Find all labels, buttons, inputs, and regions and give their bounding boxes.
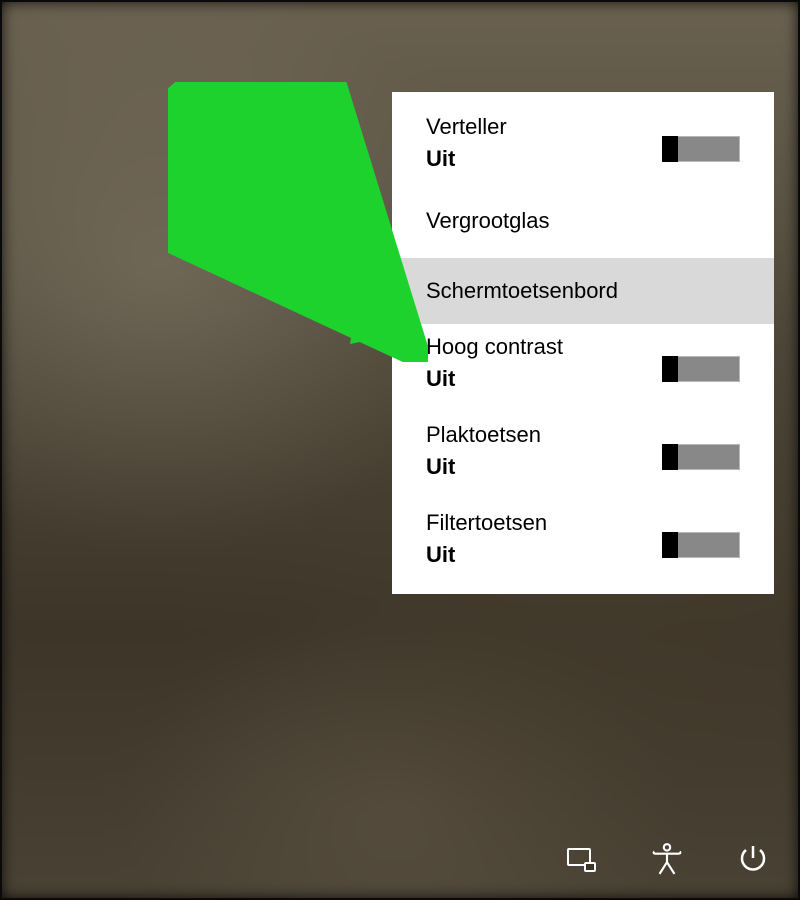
sticky-keys-toggle[interactable] bbox=[662, 444, 740, 470]
ease-of-access-flyout: Verteller Uit Vergrootglas Schermtoetsen… bbox=[392, 92, 774, 594]
network-icon[interactable] bbox=[564, 842, 598, 876]
narrator-toggle[interactable] bbox=[662, 136, 740, 162]
filter-keys-status: Uit bbox=[426, 542, 547, 568]
narrator-status: Uit bbox=[426, 146, 507, 172]
sticky-keys-row[interactable]: Plaktoetsen Uit bbox=[392, 412, 774, 500]
high-contrast-row[interactable]: Hoog contrast Uit bbox=[392, 324, 774, 412]
power-icon[interactable] bbox=[736, 842, 770, 876]
on-screen-keyboard-label: Schermtoetsenbord bbox=[426, 278, 618, 304]
accessibility-icon[interactable] bbox=[650, 842, 684, 876]
filter-keys-row[interactable]: Filtertoetsen Uit bbox=[392, 500, 774, 588]
filter-keys-toggle[interactable] bbox=[662, 532, 740, 558]
high-contrast-toggle[interactable] bbox=[662, 356, 740, 382]
on-screen-keyboard-row[interactable]: Schermtoetsenbord bbox=[392, 258, 774, 324]
high-contrast-label: Hoog contrast bbox=[426, 334, 563, 360]
narrator-row[interactable]: Verteller Uit bbox=[392, 104, 774, 192]
lockscreen-tray bbox=[564, 842, 770, 876]
narrator-label: Verteller bbox=[426, 114, 507, 140]
filter-keys-label: Filtertoetsen bbox=[426, 510, 547, 536]
sticky-keys-label: Plaktoetsen bbox=[426, 422, 541, 448]
magnifier-label: Vergrootglas bbox=[426, 208, 550, 233]
high-contrast-status: Uit bbox=[426, 366, 563, 392]
sticky-keys-status: Uit bbox=[426, 454, 541, 480]
magnifier-row[interactable]: Vergrootglas bbox=[392, 192, 774, 258]
